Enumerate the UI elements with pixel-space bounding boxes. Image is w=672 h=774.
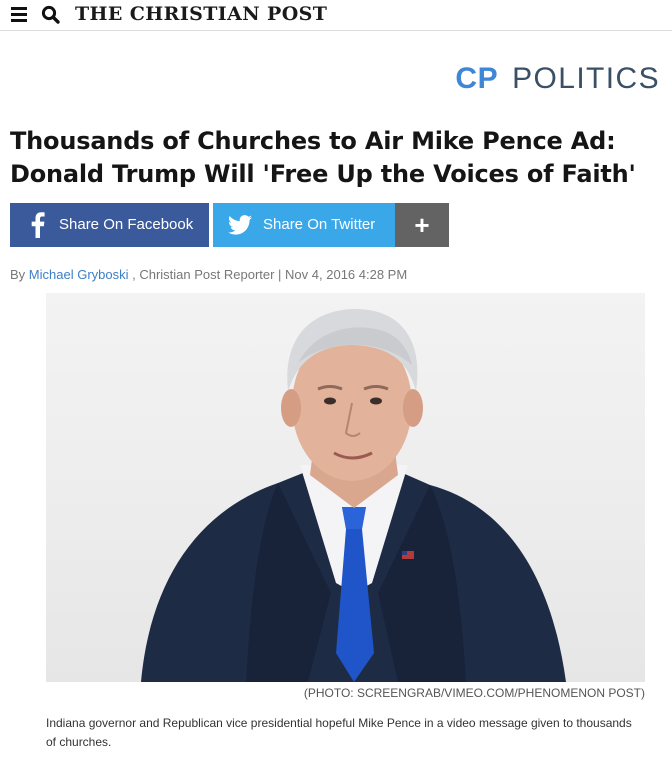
speaker-portrait-image bbox=[141, 309, 566, 682]
photo-credit: (PHOTO: SCREENGRAB/VIMEO.COM/PHENOMENON … bbox=[303, 686, 645, 700]
site-logo[interactable]: THE CHRISTIAN POST bbox=[75, 3, 327, 25]
article-photo bbox=[46, 293, 645, 682]
twitter-icon bbox=[228, 215, 252, 235]
headline-line-1: Thousands of Churches to Air Mike Pence … bbox=[10, 127, 616, 155]
author-link[interactable]: Michael Gryboski bbox=[29, 267, 129, 282]
hamburger-menu-icon[interactable] bbox=[11, 6, 27, 22]
section-name: POLITICS bbox=[512, 62, 660, 95]
top-navigation-bar: THE CHRISTIAN POST bbox=[0, 0, 672, 31]
share-more-button[interactable]: + bbox=[395, 203, 449, 247]
share-twitter-button[interactable]: Share On Twitter bbox=[213, 203, 400, 247]
facebook-icon bbox=[31, 212, 45, 238]
byline-prefix: By bbox=[10, 267, 29, 282]
article-byline: By Michael Gryboski , Christian Post Rep… bbox=[10, 267, 407, 282]
search-icon[interactable] bbox=[40, 4, 62, 26]
share-facebook-button[interactable]: Share On Facebook bbox=[10, 203, 209, 247]
share-facebook-label: Share On Facebook bbox=[59, 216, 194, 233]
share-twitter-label: Share On Twitter bbox=[263, 216, 376, 233]
byline-meta: , Christian Post Reporter | Nov 4, 2016 … bbox=[128, 267, 408, 282]
photo-caption: Indiana governor and Republican vice pre… bbox=[46, 716, 632, 749]
article-headline: Thousands of Churches to Air Mike Pence … bbox=[10, 125, 665, 191]
headline-line-2: Donald Trump Will 'Free Up the Voices of… bbox=[10, 160, 636, 188]
section-abbrev: CP bbox=[455, 62, 499, 95]
section-label[interactable]: CP POLITICS bbox=[455, 62, 660, 96]
